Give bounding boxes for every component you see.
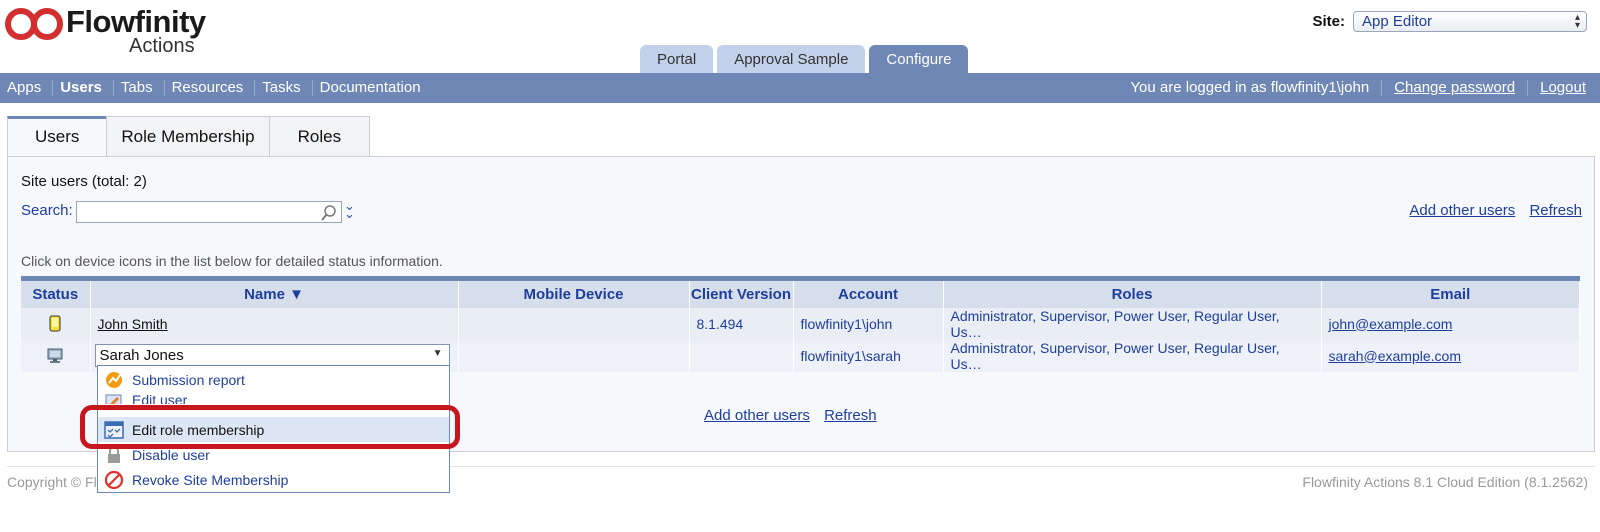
tab-configure[interactable]: Configure <box>869 45 969 73</box>
tab-users[interactable]: Users <box>7 116 108 157</box>
lock-icon <box>108 445 120 463</box>
col-account[interactable]: Account <box>793 278 944 308</box>
dropdown-arrow-icon[interactable]: ▼ <box>433 348 443 359</box>
bottom-links: Add other users Refresh <box>704 407 887 424</box>
search-icon[interactable] <box>320 204 338 222</box>
roles-cell: Administrator, Supervisor, Power User, R… <box>943 307 1322 340</box>
add-other-users-link[interactable]: Add other users <box>1409 202 1515 219</box>
menu-item-label: Submission report <box>132 371 245 388</box>
nav-apps[interactable]: Apps <box>0 80 54 96</box>
nav-tabs[interactable]: Tabs <box>114 80 165 96</box>
role-membership-icon <box>104 420 124 439</box>
col-mobile-device[interactable]: Mobile Device <box>458 278 690 308</box>
tab-role-membership[interactable]: Role Membership <box>106 116 270 157</box>
col-client-version[interactable]: Client Version <box>689 278 794 308</box>
tab-approval-sample[interactable]: Approval Sample <box>717 45 866 73</box>
menu-item-revoke-site-membership[interactable]: Revoke Site Membership <box>98 467 449 492</box>
logo-subtitle: Actions <box>129 35 195 57</box>
report-icon <box>106 371 122 388</box>
select-arrows-icon: ▴ ▾ <box>1574 12 1580 31</box>
nav-resources[interactable]: Resources <box>165 80 256 96</box>
device-hint-text: Click on device icons in the list below … <box>21 253 443 269</box>
refresh-link-bottom[interactable]: Refresh <box>824 407 877 424</box>
name-cell: John Smith <box>90 307 459 340</box>
site-selector: Site: App Editor ▴ ▾ <box>1312 11 1587 32</box>
table-header: Status Name ▼ Mobile Device Client Versi… <box>21 278 1580 308</box>
email-cell: john@example.com <box>1321 307 1580 340</box>
site-users-total: Site users (total: 2) <box>21 173 147 190</box>
nav-tasks[interactable]: Tasks <box>255 80 313 96</box>
menu-item-disable-user[interactable]: Disable user <box>98 442 449 467</box>
revoke-icon <box>104 470 124 489</box>
user-actions-menu: Submission report Edit user Edit role me… <box>97 365 450 493</box>
copyright-text: Copyright © Fl <box>7 474 97 490</box>
menu-item-submission-report[interactable]: Submission report <box>98 367 449 392</box>
col-name[interactable]: Name ▼ <box>90 278 459 308</box>
content-tabs: Users Role Membership Roles <box>7 116 371 157</box>
version-text: Flowfinity Actions 8.1 Cloud Edition (8.… <box>1302 474 1588 490</box>
account-cell: flowfinity1\john <box>793 307 944 340</box>
email-link[interactable]: john@example.com <box>1329 316 1453 332</box>
menu-item-edit-user[interactable]: Edit user <box>98 392 449 404</box>
tab-portal[interactable]: Portal <box>640 45 714 73</box>
edit-icon <box>105 394 122 404</box>
add-other-users-link-bottom[interactable]: Add other users <box>704 407 810 424</box>
client-version-cell: 8.1.494 <box>689 307 794 340</box>
logo[interactable]: Flowfinity Actions <box>4 3 206 59</box>
users-table: Status Name ▼ Mobile Device Client Versi… <box>21 276 1580 372</box>
table-row[interactable]: John Smith 8.1.494 flowfinity1\john Admi… <box>21 307 1580 340</box>
top-tabs: Portal Approval Sample Configure <box>640 45 972 73</box>
email-link[interactable]: sarah@example.com <box>1329 348 1462 364</box>
nav-bar: Apps Users Tabs Resources Tasks Document… <box>0 73 1600 103</box>
logged-in-text: You are logged in as flowfinity1\john <box>1118 80 1383 96</box>
site-select[interactable]: App Editor ▴ ▾ <box>1353 11 1587 32</box>
col-roles[interactable]: Roles <box>943 278 1322 308</box>
roles-cell: Administrator, Supervisor, Power User, R… <box>943 339 1322 372</box>
col-email[interactable]: Email <box>1321 278 1580 308</box>
account-cell: flowfinity1\sarah <box>793 339 944 372</box>
menu-item-edit-role-membership[interactable]: Edit role membership <box>98 417 449 442</box>
site-label: Site: <box>1312 13 1345 30</box>
status-cell <box>21 339 91 372</box>
mobile-device-icon[interactable] <box>47 315 63 332</box>
logout-link[interactable]: Logout <box>1528 80 1598 96</box>
client-version-cell <box>689 339 794 372</box>
tab-roles[interactable]: Roles <box>268 116 371 157</box>
status-cell <box>21 307 91 340</box>
menu-item-label: Disable user <box>132 446 210 463</box>
col-status[interactable]: Status <box>21 278 91 308</box>
flowfinity-logo-icon <box>5 8 63 40</box>
search-input[interactable] <box>76 201 342 223</box>
change-password-link[interactable]: Change password <box>1382 80 1529 96</box>
mobile-device-cell <box>458 307 690 340</box>
site-select-value: App Editor <box>1362 13 1433 30</box>
nav-documentation[interactable]: Documentation <box>313 80 432 96</box>
top-links: Add other users Refresh <box>1399 202 1582 219</box>
email-cell: sarah@example.com <box>1321 339 1580 372</box>
nav-users[interactable]: Users <box>53 80 114 96</box>
expand-search-icon[interactable]: ⌄ ⌄ <box>344 199 355 220</box>
user-name-value: Sarah Jones <box>99 347 184 364</box>
desktop-device-icon[interactable] <box>47 347 63 364</box>
user-name-link[interactable]: John Smith <box>98 316 168 332</box>
search-label: Search: <box>21 202 73 219</box>
mobile-device-cell <box>458 339 690 372</box>
menu-item-label: Revoke Site Membership <box>132 471 289 488</box>
menu-item-label: Edit user <box>132 392 188 404</box>
refresh-link[interactable]: Refresh <box>1529 202 1582 219</box>
user-actions-dropdown[interactable]: Sarah Jones ▼ <box>94 344 450 367</box>
menu-item-label: Edit role membership <box>132 421 265 438</box>
